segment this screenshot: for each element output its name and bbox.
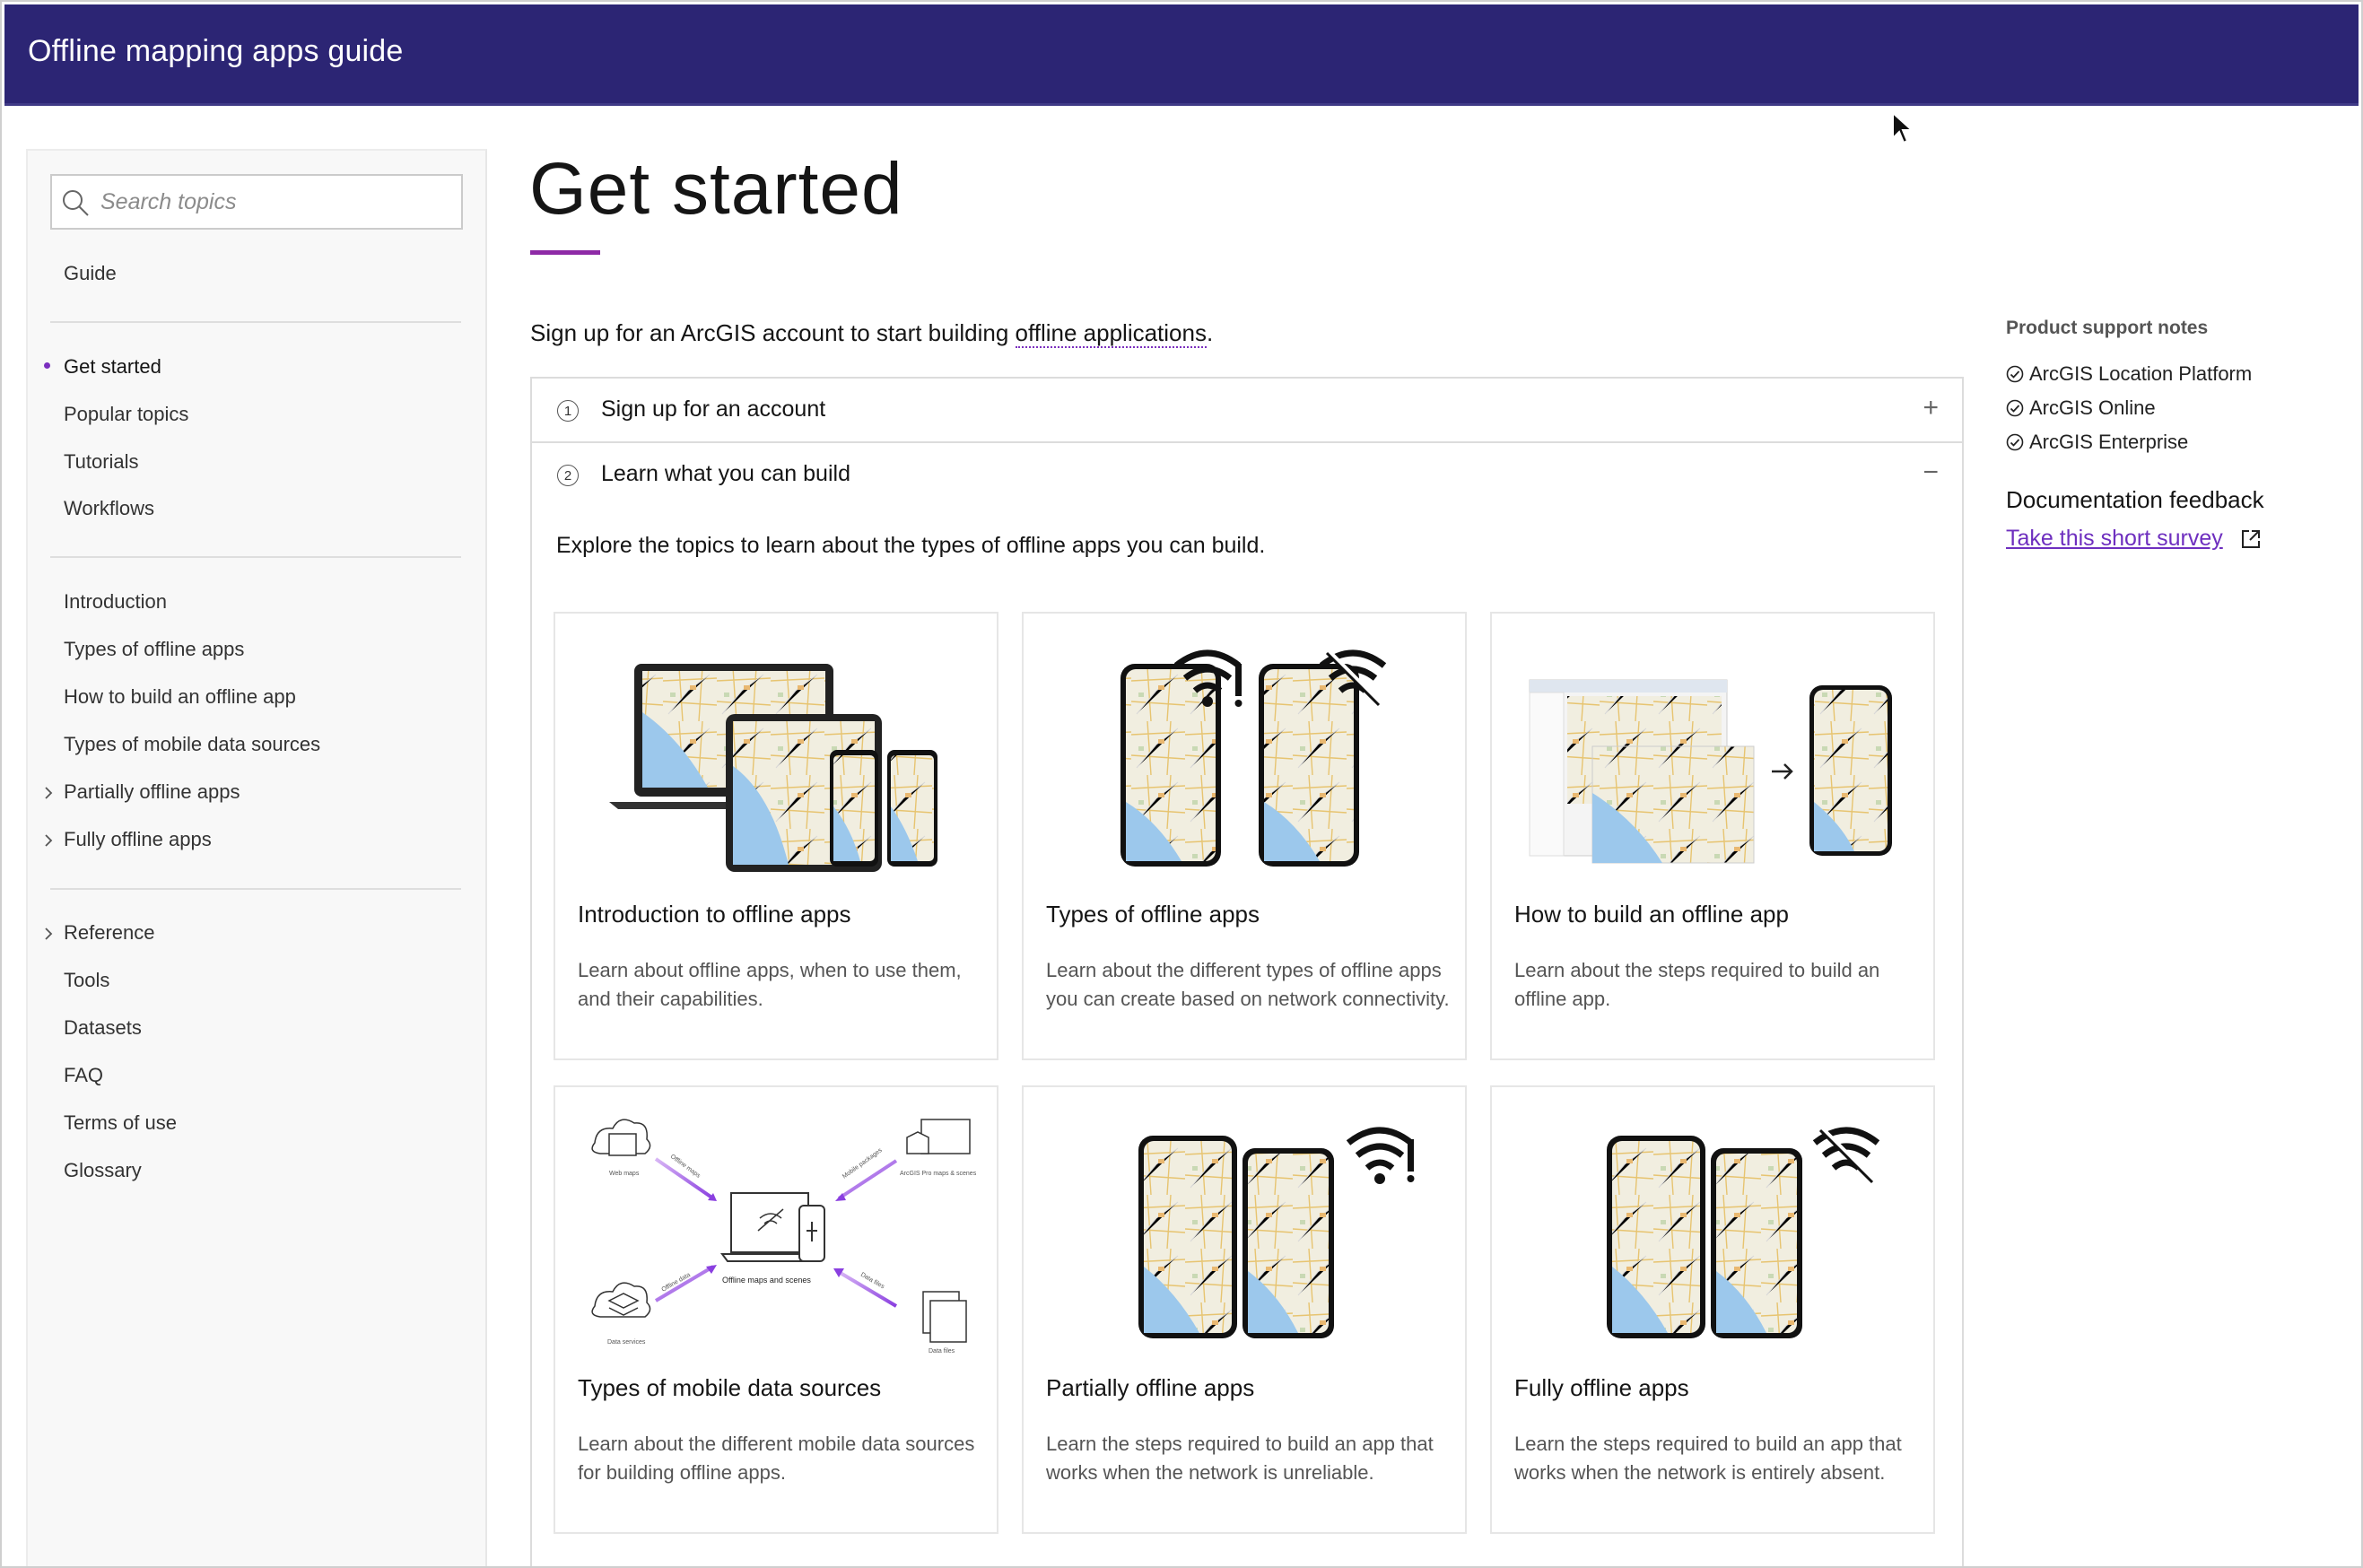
support-item-label: ArcGIS Enterprise	[2029, 431, 2189, 453]
documentation-feedback-heading: Documentation feedback	[2006, 486, 2264, 513]
laptop-offline-icon	[720, 1192, 825, 1262]
external-link-icon[interactable]	[2239, 527, 2263, 551]
sidebar-item-popular-topics[interactable]: Popular topics	[64, 403, 188, 426]
sidebar-item-types-of-offline-apps[interactable]: Types of offline apps	[64, 638, 244, 661]
active-indicator-dot	[44, 362, 50, 369]
check-circle-icon	[2006, 399, 2024, 417]
sidebar-item-tools[interactable]: Tools	[64, 969, 109, 992]
label-pro-maps: ArcGIS Pro maps & scenes	[900, 1171, 977, 1177]
label-data-services: Data services	[607, 1339, 646, 1346]
label-offline-maps-and-scenes: Offline maps and scenes	[722, 1276, 811, 1285]
card-description: Learn about the different types of offli…	[1046, 959, 1450, 1010]
card-description: Learn about offline apps, when to use th…	[578, 959, 962, 1010]
topic-card-mobile-data-sources[interactable]: Web maps Offline maps ArcGIS Pro maps & …	[554, 1085, 998, 1534]
card-description: Learn about the different mobile data so…	[578, 1433, 975, 1484]
browser-frame: Offline mapping apps guide Guide Get sta…	[0, 0, 2363, 1568]
accordion-item-learn-build[interactable]: 2 Learn what you can build −	[532, 443, 1962, 506]
arrow-right-icon	[1772, 763, 1793, 780]
sidebar-item-faq[interactable]: FAQ	[64, 1064, 103, 1087]
sidebar-item-terms-of-use[interactable]: Terms of use	[64, 1111, 177, 1135]
wifi-unreliable-icon	[1346, 1127, 1415, 1184]
card-title[interactable]: Partially offline apps	[1046, 1374, 1254, 1402]
sidebar-item-how-to-build[interactable]: How to build an offline app	[64, 685, 296, 709]
support-item-location-platform: ArcGIS Location Platform	[2006, 362, 2252, 386]
sidebar-item-mobile-data-sources[interactable]: Types of mobile data sources	[64, 733, 320, 756]
label-offline-maps: Offline maps	[669, 1154, 702, 1180]
build-workflow-illustration-icon	[1529, 679, 1892, 864]
collapse-minus-icon[interactable]: −	[1923, 457, 1939, 488]
offline-applications-link[interactable]: offline applications	[1015, 319, 1207, 348]
phones-unreliable-network-illustration-icon	[1138, 1127, 1415, 1338]
intro-text-before: Sign up for an ArcGIS account to start b…	[530, 319, 1016, 346]
top-header-bar: Offline mapping apps guide	[4, 4, 2359, 106]
card-description: Learn the steps required to build an app…	[1046, 1433, 1434, 1484]
topic-card-partially-offline-apps[interactable]: Partially offline apps Learn the steps r…	[1022, 1085, 1467, 1534]
data-services-cloud-icon	[591, 1282, 651, 1318]
sidebar-nav: Guide Get started Popular topics Tutoria…	[26, 149, 487, 1566]
data-sources-diagram-icon: Web maps Offline maps ArcGIS Pro maps & …	[591, 1119, 977, 1355]
sidebar-item-datasets[interactable]: Datasets	[64, 1016, 142, 1040]
title-accent-rule	[530, 250, 600, 255]
product-support-heading: Product support notes	[2006, 318, 2209, 338]
sidebar-item-workflows[interactable]: Workflows	[64, 497, 154, 520]
chevron-right-icon[interactable]	[40, 785, 57, 801]
sidebar-item-introduction[interactable]: Introduction	[64, 590, 167, 614]
web-maps-cloud-icon	[591, 1119, 651, 1156]
accordion-item-sign-up[interactable]: 1 Sign up for an account +	[532, 379, 1962, 443]
accordion-title[interactable]: Sign up for an account	[601, 396, 825, 422]
support-item-label: ArcGIS Location Platform	[2029, 362, 2253, 385]
step-number-badge: 1	[557, 400, 579, 422]
intro-text-after: .	[1206, 319, 1214, 346]
sidebar-item-glossary[interactable]: Glossary	[64, 1159, 142, 1182]
devices-illustration-icon	[609, 664, 937, 872]
sidebar-divider	[50, 556, 461, 558]
topic-card-how-to-build[interactable]: How to build an offline app Learn about …	[1490, 612, 1935, 1060]
data-files-icon	[922, 1291, 967, 1343]
check-circle-icon	[2006, 433, 2024, 451]
search-icon	[63, 190, 89, 216]
sidebar-item-tutorials[interactable]: Tutorials	[64, 450, 139, 474]
step-number-badge: 2	[557, 465, 579, 486]
sidebar-item-guide[interactable]: Guide	[64, 262, 117, 285]
sidebar-item-reference[interactable]: Reference	[64, 921, 155, 945]
mouse-cursor-icon	[1892, 111, 1914, 144]
label-web-maps: Web maps	[609, 1171, 640, 1177]
accordion-title[interactable]: Learn what you can build	[601, 461, 850, 487]
support-item-label: ArcGIS Online	[2029, 396, 2156, 419]
card-title[interactable]: Types of offline apps	[1046, 901, 1260, 928]
sidebar-item-partially-offline-apps[interactable]: Partially offline apps	[64, 780, 240, 804]
phones-no-network-illustration-icon	[1607, 1125, 1880, 1338]
sidebar-divider	[50, 321, 461, 323]
expand-plus-icon[interactable]: +	[1923, 393, 1939, 423]
topic-card-introduction[interactable]: Introduction to offline apps Learn about…	[554, 612, 998, 1060]
sidebar-item-get-started[interactable]: Get started	[64, 355, 161, 379]
card-description: Learn about the steps required to build …	[1514, 959, 1880, 1010]
search-box[interactable]	[50, 174, 463, 230]
page-title: Get started	[529, 148, 903, 230]
card-title[interactable]: How to build an offline app	[1514, 901, 1789, 928]
check-circle-icon	[2006, 365, 2024, 383]
card-title[interactable]: Introduction to offline apps	[578, 901, 851, 928]
topic-card-fully-offline-apps[interactable]: Fully offline apps Learn the steps requi…	[1490, 1085, 1935, 1534]
sidebar-item-fully-offline-apps[interactable]: Fully offline apps	[64, 828, 212, 851]
topic-card-types-of-offline-apps[interactable]: Types of offline apps Learn about the di…	[1022, 612, 1467, 1060]
support-item-arcgis-enterprise: ArcGIS Enterprise	[2006, 431, 2188, 454]
wifi-off-icon	[1812, 1125, 1880, 1184]
survey-link[interactable]: Take this short survey	[2006, 526, 2223, 552]
search-input[interactable]	[99, 183, 452, 221]
sidebar-divider	[50, 888, 461, 890]
pro-maps-icon	[906, 1119, 971, 1154]
card-title[interactable]: Fully offline apps	[1514, 1374, 1689, 1402]
label-data-files: Data files	[929, 1348, 955, 1355]
intro-text: Sign up for an ArcGIS account to start b…	[530, 319, 1214, 348]
support-item-arcgis-online: ArcGIS Online	[2006, 396, 2156, 420]
accordion-body-text: Explore the topics to learn about the ty…	[556, 533, 1266, 558]
phones-wifi-illustration-icon	[1120, 648, 1387, 867]
chevron-right-icon[interactable]	[40, 832, 57, 849]
card-title[interactable]: Types of mobile data sources	[578, 1374, 881, 1402]
chevron-right-icon[interactable]	[40, 926, 57, 942]
card-description: Learn the steps required to build an app…	[1514, 1433, 1902, 1484]
site-title[interactable]: Offline mapping apps guide	[28, 34, 404, 69]
